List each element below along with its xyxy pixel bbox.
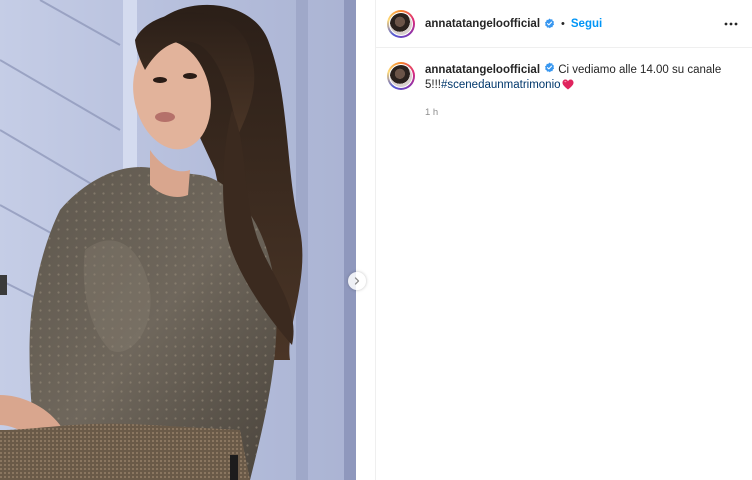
separator-dot: •	[561, 17, 565, 30]
caption-avatar[interactable]	[387, 62, 415, 90]
post-side-panel: annatatangeloofficial • Segui annatatang…	[375, 0, 752, 480]
next-photo-button[interactable]	[348, 272, 366, 290]
avatar[interactable]	[387, 9, 415, 38]
verified-badge-icon	[544, 62, 555, 73]
photo-image	[0, 0, 375, 480]
post-header: annatatangeloofficial • Segui	[376, 0, 752, 48]
verified-badge-icon	[544, 18, 555, 29]
post-time[interactable]: 1 h	[425, 105, 735, 120]
more-options-icon[interactable]	[724, 14, 738, 34]
post-photo	[0, 0, 375, 480]
red-heart-emoji	[562, 79, 574, 95]
post-caption: annatatangeloofficial Ci vediamo alle 14…	[376, 48, 752, 120]
caption-username[interactable]: annatatangeloofficial	[425, 64, 540, 76]
follow-button[interactable]: Segui	[571, 18, 602, 30]
username[interactable]: annatatangeloofficial	[425, 18, 540, 30]
hashtag-link[interactable]: #scenedaunmatrimonio	[441, 79, 561, 91]
caption-body: annatatangeloofficial Ci vediamo alle 14…	[425, 62, 735, 120]
chevron-right-icon	[354, 277, 360, 285]
